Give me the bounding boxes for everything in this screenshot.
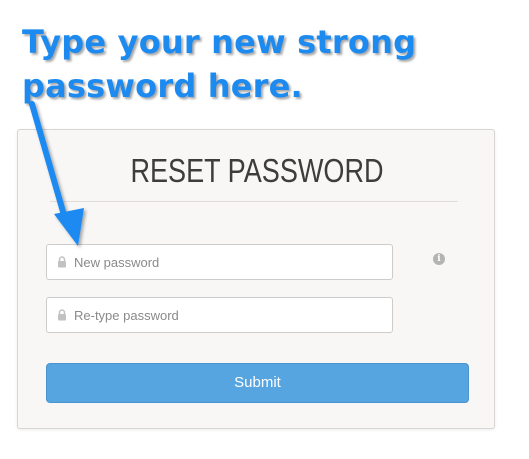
page-title: RESET PASSWORD xyxy=(130,152,384,189)
annotation-line-2: password here. xyxy=(22,67,303,105)
title-divider xyxy=(50,201,458,202)
new-password-input[interactable] xyxy=(74,254,374,270)
submit-button[interactable]: Submit xyxy=(46,363,469,403)
annotation-line-1: Type your new strong xyxy=(22,23,417,61)
retype-password-field[interactable] xyxy=(46,297,393,333)
lock-icon xyxy=(54,307,70,323)
annotation-callout: Type your new strong password here. xyxy=(22,20,422,108)
lock-icon xyxy=(54,254,70,270)
retype-password-input[interactable] xyxy=(74,307,374,323)
info-icon[interactable]: i xyxy=(433,253,445,265)
reset-password-card: RESET PASSWORD i Submit xyxy=(17,129,495,429)
new-password-field[interactable] xyxy=(46,244,393,280)
